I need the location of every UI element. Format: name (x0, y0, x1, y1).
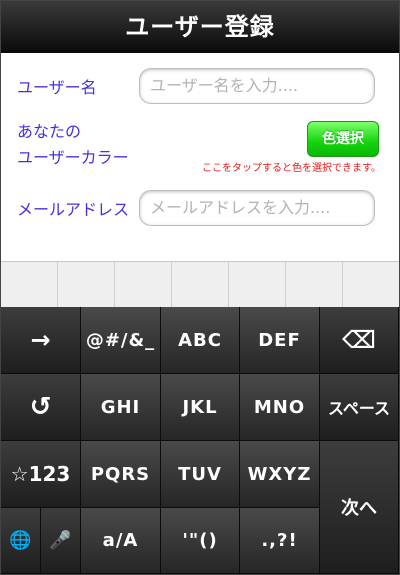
globe-key[interactable]: 🌐 (1, 508, 41, 574)
key-tuv[interactable]: TUV (161, 441, 240, 508)
accessory-cell[interactable] (343, 262, 399, 308)
microphone-icon: 🎤 (49, 530, 72, 551)
color-select-button[interactable]: 色選択 (307, 121, 379, 157)
username-label: ユーザー名 (17, 78, 97, 97)
screen: ユーザー登録 ユーザー名 ユーザー名を入力.... あなたの ユーザーカラー 色… (0, 0, 400, 575)
keyboard-accessory-row (1, 261, 399, 308)
key-def[interactable]: DEF (240, 307, 320, 374)
keyboard: → @#/&_ ABC DEF ⌫ ↺ GHI JKL MNO スペース ☆12… (1, 307, 399, 574)
globe-icon: 🌐 (9, 530, 32, 551)
key-mno[interactable]: MNO (240, 374, 320, 441)
user-color-label-line2: ユーザーカラー (17, 148, 129, 167)
user-color-label-line1: あなたの (17, 122, 82, 141)
accessory-cell[interactable] (58, 262, 115, 308)
accessory-cell[interactable] (172, 262, 229, 308)
case-toggle-key[interactable]: a/A (81, 508, 161, 574)
undo-icon: ↺ (29, 392, 52, 422)
key-quotes-parens[interactable]: '"() (161, 508, 240, 574)
page-title: ユーザー登録 (125, 13, 275, 41)
nav-bar: ユーザー登録 (1, 1, 399, 53)
key-jkl[interactable]: JKL (161, 374, 240, 441)
key-symbols[interactable]: @#/&_ (81, 307, 161, 374)
email-label: メールアドレス (17, 200, 130, 219)
key-pqrs[interactable]: PQRS (81, 441, 161, 508)
accessory-cell[interactable] (1, 262, 58, 308)
mic-key[interactable]: 🎤 (41, 508, 81, 574)
key-punctuation[interactable]: .,?! (240, 508, 320, 574)
username-input[interactable]: ユーザー名を入力.... (139, 68, 375, 104)
email-input[interactable]: メールアドレスを入力.... (139, 190, 375, 226)
accessory-cell[interactable] (286, 262, 343, 308)
undo-key[interactable]: ↺ (1, 374, 81, 441)
space-key[interactable]: スペース (320, 374, 399, 441)
key-wxyz[interactable]: WXYZ (240, 441, 320, 508)
backspace-key[interactable]: ⌫ (320, 307, 399, 374)
key-ghi[interactable]: GHI (81, 374, 161, 441)
arrow-right-icon: → (30, 326, 51, 354)
arrow-right-key[interactable]: → (1, 307, 81, 374)
numbers-key[interactable]: ☆123 (1, 441, 81, 508)
key-abc[interactable]: ABC (161, 307, 240, 374)
color-hint-text: ここをタップすると色を選択できます。 (202, 163, 381, 174)
backspace-icon: ⌫ (342, 326, 376, 354)
accessory-cell[interactable] (229, 262, 286, 308)
accessory-cell[interactable] (115, 262, 172, 308)
registration-form: ユーザー名 ユーザー名を入力.... あなたの ユーザーカラー 色選択 ここをタ… (1, 53, 399, 261)
next-key[interactable]: 次へ (320, 441, 399, 574)
